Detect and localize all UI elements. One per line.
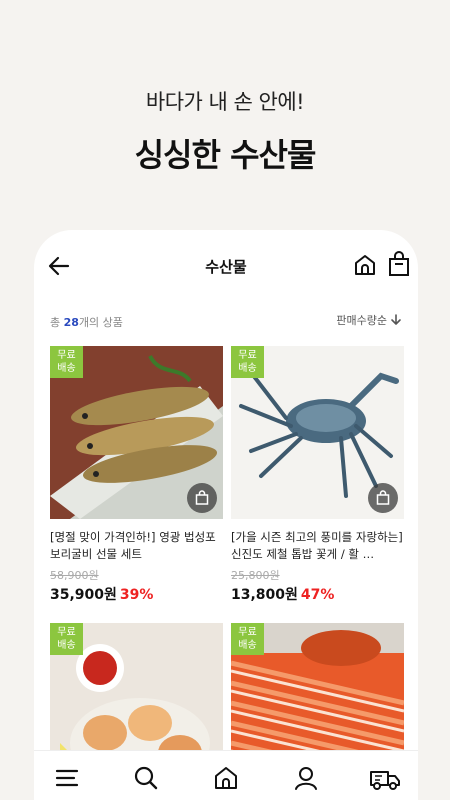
free-shipping-badge: 무료배송 xyxy=(50,346,83,378)
shopping-bag-icon xyxy=(376,490,390,505)
count-suffix: 개의 상품 xyxy=(78,316,123,329)
count-prefix: 총 xyxy=(50,316,64,329)
home-icon xyxy=(215,767,237,789)
product-count: 총 28개의 상품 xyxy=(50,314,123,330)
product-image-crab[interactable]: 무료배송 xyxy=(231,346,404,519)
badge-line1: 무료 xyxy=(57,350,76,361)
menu-icon xyxy=(55,769,79,787)
tab-menu[interactable] xyxy=(52,763,82,793)
badge-line2: 배송 xyxy=(57,640,76,651)
back-button[interactable] xyxy=(46,252,74,280)
shopping-bag-icon xyxy=(389,251,409,276)
app-bar: 수산물 xyxy=(34,230,418,300)
sale-price: 13,800원 xyxy=(231,587,298,603)
sort-label: 판매수량순 xyxy=(336,314,387,327)
product-image-fish[interactable]: 무료배송 xyxy=(50,346,223,519)
badge-line1: 무료 xyxy=(238,627,257,638)
badge-line2: 배송 xyxy=(57,363,76,374)
tab-my-page[interactable] xyxy=(291,763,321,793)
product-name[interactable]: [명절 맞이 가격인하!] 영광 법성포 보리굴비 선물 세트 xyxy=(50,529,223,563)
search-icon xyxy=(134,766,158,790)
free-shipping-badge: 무료배송 xyxy=(231,623,264,655)
add-to-cart-button[interactable] xyxy=(368,483,398,513)
home-button[interactable] xyxy=(352,252,378,278)
product-card[interactable]: 무료배송 [가을 시즌 최고의 풍미를 자랑하는] 신진도 제철 톱밥 꽃게 /… xyxy=(231,346,404,604)
bottom-tab-bar xyxy=(34,750,418,800)
sort-arrow-icon xyxy=(391,314,401,325)
sale-price: 35,900원 xyxy=(50,587,117,603)
shopping-bag-icon xyxy=(195,490,209,505)
price-row: 35,900원 39% xyxy=(50,584,223,604)
price-row: 13,800원 47% xyxy=(231,584,404,604)
badge-line1: 무료 xyxy=(238,350,257,361)
original-price: 25,800원 xyxy=(231,569,280,582)
product-name[interactable]: [가을 시즌 최고의 풍미를 자랑하는] 신진도 제철 톱밥 꽃게 / 활 … xyxy=(231,529,404,563)
home-icon xyxy=(355,255,375,275)
tab-home[interactable] xyxy=(211,763,241,793)
arrow-left-icon xyxy=(48,256,70,276)
original-price: 58,900원 xyxy=(50,569,99,582)
add-to-cart-button[interactable] xyxy=(187,483,217,513)
tab-search[interactable] xyxy=(131,763,161,793)
tab-delivery[interactable] xyxy=(368,763,402,793)
user-icon xyxy=(295,767,317,790)
phone-screen: 수산물 총 28개의 상품 판매수량순 무료 배송 [명절 맞이 가격인하!] … xyxy=(34,230,418,800)
promo-title: 싱싱한 수산물 xyxy=(134,136,317,174)
sort-dropdown[interactable]: 판매수량순 xyxy=(336,312,402,328)
free-shipping-badge: 무료배송 xyxy=(231,346,264,378)
promo-subtitle: 바다가 내 손 안에! xyxy=(145,90,305,114)
badge-line2: 배송 xyxy=(238,363,257,374)
free-shipping-badge: 무료배송 xyxy=(50,623,83,655)
delivery-truck-icon xyxy=(370,771,400,790)
list-toolbar: 총 28개의 상품 판매수량순 xyxy=(50,312,402,332)
badge-line2: 배송 xyxy=(238,640,257,651)
badge-line1: 무료 xyxy=(57,627,76,638)
product-card[interactable]: 무료배송 [명절 맞이 가격인하!] 영광 법성포 보리굴비 선물 세트 58,… xyxy=(50,346,223,604)
cart-button[interactable] xyxy=(386,250,412,278)
discount-rate: 47% xyxy=(300,587,335,603)
discount-rate: 39% xyxy=(119,587,154,603)
count-number: 28 xyxy=(63,316,79,329)
